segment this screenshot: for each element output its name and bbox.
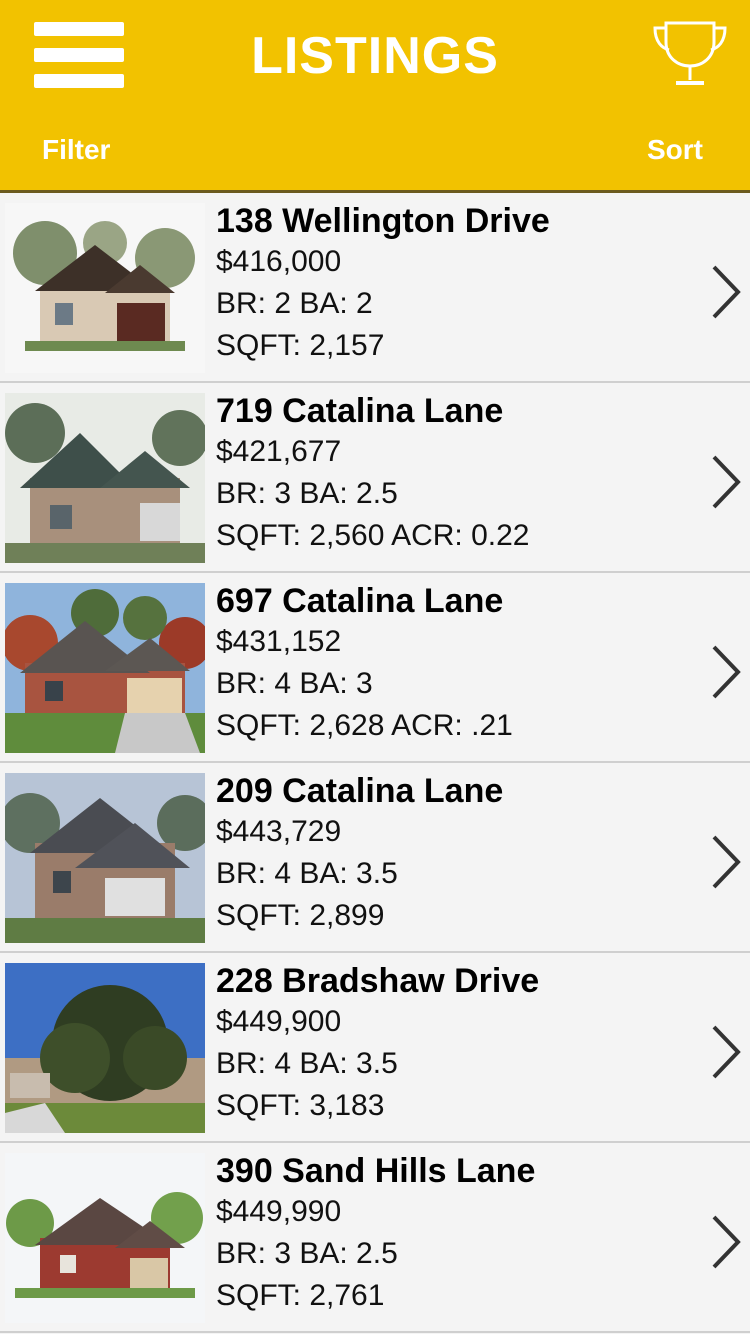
listing-address: 228 Bradshaw Drive bbox=[216, 962, 540, 1000]
listing-price: $431,152 bbox=[216, 625, 342, 658]
listing-size: SQFT: 3,183 bbox=[216, 1089, 385, 1122]
listing-row[interactable]: 390 Sand Hills Lane $449,990 BR: 3 BA: 2… bbox=[0, 1143, 750, 1333]
chevron-right-icon bbox=[712, 1215, 741, 1269]
listing-size: SQFT: 2,899 bbox=[216, 899, 385, 932]
listing-address: 719 Catalina Lane bbox=[216, 392, 504, 430]
listing-row[interactable]: 228 Bradshaw Drive $449,900 BR: 4 BA: 3.… bbox=[0, 953, 750, 1143]
house-photo bbox=[5, 1153, 205, 1323]
app-header: LISTINGS Filter Sort bbox=[0, 0, 750, 193]
listing-rooms: BR: 2 BA: 2 bbox=[216, 287, 373, 320]
house-photo bbox=[5, 583, 205, 753]
listing-size: SQFT: 2,157 bbox=[216, 329, 385, 362]
listing-address: 138 Wellington Drive bbox=[216, 202, 550, 240]
listing-size: SQFT: 2,761 bbox=[216, 1279, 385, 1312]
listing-address: 209 Catalina Lane bbox=[216, 772, 504, 810]
page-title: LISTINGS bbox=[251, 27, 499, 85]
house-photo bbox=[5, 393, 205, 563]
chevron-right-icon bbox=[712, 1025, 741, 1079]
chevron-right-icon bbox=[712, 645, 741, 699]
listing-row[interactable]: 138 Wellington Drive $416,000 BR: 2 BA: … bbox=[0, 193, 750, 383]
chevron-right-icon bbox=[712, 455, 741, 509]
listing-row[interactable]: 209 Catalina Lane $443,729 BR: 4 BA: 3.5… bbox=[0, 763, 750, 953]
listing-rooms: BR: 3 BA: 2.5 bbox=[216, 477, 398, 510]
listing-row[interactable]: 697 Catalina Lane $431,152 BR: 4 BA: 3 S… bbox=[0, 573, 750, 763]
listing-address: 390 Sand Hills Lane bbox=[216, 1152, 536, 1190]
chevron-right-icon bbox=[712, 265, 741, 319]
house-photo bbox=[5, 963, 205, 1133]
trophy-icon[interactable] bbox=[652, 20, 728, 88]
chevron-right-icon bbox=[712, 835, 741, 889]
listing-rooms: BR: 4 BA: 3.5 bbox=[216, 1047, 398, 1080]
listings-list: 138 Wellington Drive $416,000 BR: 2 BA: … bbox=[0, 193, 750, 1333]
listing-rooms: BR: 4 BA: 3 bbox=[216, 667, 373, 700]
sort-button[interactable]: Sort bbox=[647, 134, 703, 166]
listing-rooms: BR: 3 BA: 2.5 bbox=[216, 1237, 398, 1270]
listing-size: SQFT: 2,560 ACR: 0.22 bbox=[216, 519, 530, 552]
listing-address: 697 Catalina Lane bbox=[216, 582, 504, 620]
house-photo bbox=[5, 203, 205, 373]
listing-price: $449,900 bbox=[216, 1005, 342, 1038]
listing-size: SQFT: 2,628 ACR: .21 bbox=[216, 709, 513, 742]
listing-row[interactable]: 719 Catalina Lane $421,677 BR: 3 BA: 2.5… bbox=[0, 383, 750, 573]
listing-price: $449,990 bbox=[216, 1195, 342, 1228]
filter-button[interactable]: Filter bbox=[42, 134, 110, 166]
listing-price: $416,000 bbox=[216, 245, 342, 278]
listing-price: $443,729 bbox=[216, 815, 342, 848]
listing-rooms: BR: 4 BA: 3.5 bbox=[216, 857, 398, 890]
listing-price: $421,677 bbox=[216, 435, 342, 468]
house-photo bbox=[5, 773, 205, 943]
